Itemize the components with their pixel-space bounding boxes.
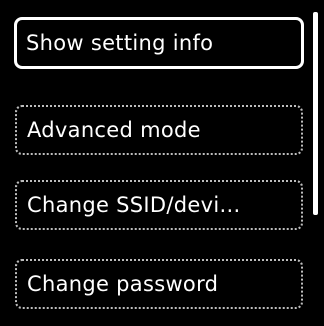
- settings-menu: Show setting info Advanced mode Change S…: [0, 0, 324, 326]
- menu-item-label: Advanced mode: [27, 118, 201, 142]
- menu-item-change-password[interactable]: Change password: [15, 259, 303, 309]
- menu-item-label: Change SSID/devi...: [27, 193, 241, 217]
- menu-item-advanced-mode[interactable]: Advanced mode: [15, 105, 303, 155]
- menu-item-label: Change password: [27, 272, 219, 296]
- menu-item-show-setting-info[interactable]: Show setting info: [14, 17, 304, 69]
- scrollbar[interactable]: [313, 12, 318, 215]
- menu-item-change-ssid[interactable]: Change SSID/devi...: [15, 180, 303, 230]
- menu-item-label: Show setting info: [26, 31, 214, 55]
